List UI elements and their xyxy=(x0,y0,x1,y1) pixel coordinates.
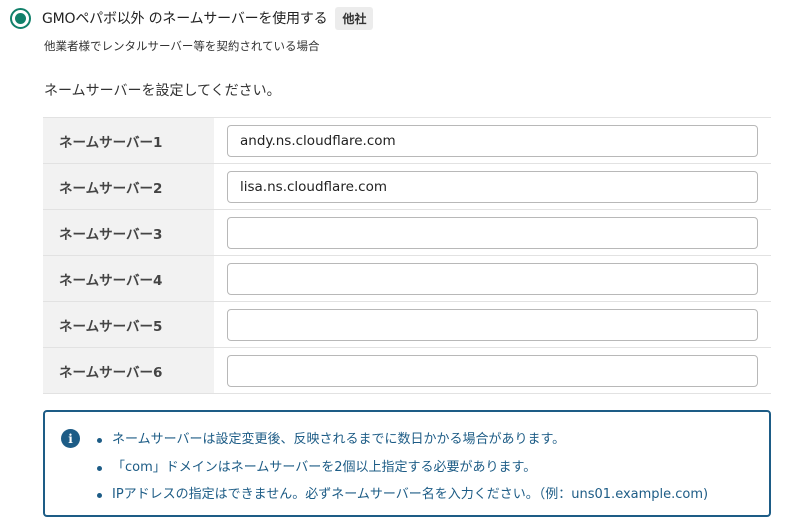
nameserver-label: ネームサーバー2 xyxy=(43,164,214,209)
nameserver-table: ネームサーバー1 ネームサーバー2 ネームサーバー3 ネームサーバー4 ネームサ… xyxy=(43,117,771,394)
instruction-text: ネームサーバーを設定してください。 xyxy=(44,83,281,99)
info-icon: i xyxy=(61,429,80,448)
nameserver-label: ネームサーバー4 xyxy=(43,256,214,301)
nameserver-6-input[interactable] xyxy=(227,354,758,387)
nameserver-2-input[interactable] xyxy=(227,170,758,203)
nameserver-4-input[interactable] xyxy=(227,262,758,295)
other-nameserver-radio[interactable] xyxy=(10,7,31,29)
nameserver-label: ネームサーバー5 xyxy=(43,302,214,347)
info-list-item: 「com」ドメインはネームサーバーを2個以上指定する必要があります。 xyxy=(97,454,708,482)
info-list-item: IPアドレスの指定はできません。必ずネームサーバー名を入力ください。（例：uns… xyxy=(97,481,708,509)
info-list: ネームサーバーは設定変更後、反映されるまでに数日かかる場合があります。 「com… xyxy=(97,426,708,509)
other-provider-badge: 他社 xyxy=(335,6,374,30)
option-description: 他業者様でレンタルサーバー等を契約されている場合 xyxy=(44,39,320,53)
option-label: GMOペパボ以外 のネームサーバーを使用する xyxy=(42,11,328,27)
info-list-item: ネームサーバーは設定変更後、反映されるまでに数日かかる場合があります。 xyxy=(97,426,708,454)
info-notice-box: i ネームサーバーは設定変更後、反映されるまでに数日かかる場合があります。 「c… xyxy=(43,410,771,517)
nameserver-cell xyxy=(214,348,771,393)
radio-selected-dot xyxy=(15,12,26,24)
nameserver-settings-panel: GMOペパボ以外 のネームサーバーを使用する 他社 他業者様でレンタルサーバー等… xyxy=(0,0,786,528)
nameserver-5-input[interactable] xyxy=(227,308,758,341)
nameserver-option: GMOペパボ以外 のネームサーバーを使用する 他社 xyxy=(10,6,374,30)
nameserver-cell xyxy=(214,118,771,163)
nameserver-label: ネームサーバー1 xyxy=(43,118,214,163)
nameserver-row: ネームサーバー5 xyxy=(43,302,771,348)
nameserver-label: ネームサーバー6 xyxy=(43,348,214,393)
nameserver-row: ネームサーバー2 xyxy=(43,164,771,210)
nameserver-3-input[interactable] xyxy=(227,216,758,249)
nameserver-row: ネームサーバー3 xyxy=(43,210,771,256)
nameserver-cell xyxy=(214,302,771,347)
nameserver-label: ネームサーバー3 xyxy=(43,210,214,255)
nameserver-1-input[interactable] xyxy=(227,124,758,157)
nameserver-cell xyxy=(214,164,771,209)
nameserver-row: ネームサーバー4 xyxy=(43,256,771,302)
nameserver-cell xyxy=(214,256,771,301)
nameserver-row: ネームサーバー6 xyxy=(43,348,771,394)
nameserver-row: ネームサーバー1 xyxy=(43,118,771,164)
nameserver-cell xyxy=(214,210,771,255)
